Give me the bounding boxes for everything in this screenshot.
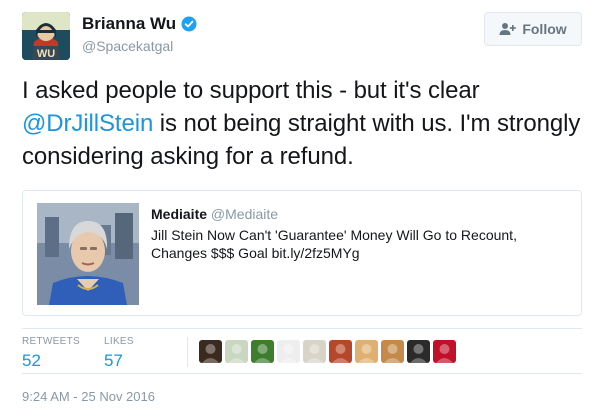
retweets-stat[interactable]: RETWEETS 52 xyxy=(22,336,80,371)
liker-6-avatar[interactable] xyxy=(329,340,352,363)
verified-badge-icon xyxy=(181,16,197,32)
likes-label: LIKES xyxy=(104,336,134,347)
liker-9-avatar[interactable] xyxy=(407,340,430,363)
user-avatar-icon xyxy=(358,344,375,363)
quoted-tweet-text: Jill Stein Now Can't 'Guarantee' Money W… xyxy=(151,227,517,261)
quoted-tweet-body: Mediaite @Mediaite Jill Stein Now Can't … xyxy=(151,206,571,262)
liker-1-avatar[interactable] xyxy=(199,340,222,363)
tweet-text: I asked people to support this - but it'… xyxy=(22,74,588,173)
follow-button-label: Follow xyxy=(522,21,567,37)
user-avatar-icon xyxy=(228,344,245,363)
author-avatar[interactable]: WU xyxy=(22,12,70,60)
liker-4-avatar[interactable] xyxy=(277,340,300,363)
tweet-stats: RETWEETS 52 LIKES 57 xyxy=(22,328,582,374)
user-avatar-icon xyxy=(410,344,427,363)
user-avatar-image: WU xyxy=(22,12,70,60)
liker-8-avatar[interactable] xyxy=(381,340,404,363)
author-handle[interactable]: @Spacekatgal xyxy=(82,38,197,54)
svg-text:WU: WU xyxy=(37,48,55,60)
user-avatar-icon xyxy=(436,344,453,363)
tweet-text-part-1: I asked people to support this - but it'… xyxy=(22,77,480,104)
liker-2-avatar[interactable] xyxy=(225,340,248,363)
quoted-tweet-author[interactable]: Mediaite xyxy=(151,206,207,222)
add-user-icon xyxy=(499,23,517,35)
liker-10-avatar[interactable] xyxy=(433,340,456,363)
user-avatar-icon xyxy=(306,344,323,363)
quoted-tweet-header: Mediaite @Mediaite xyxy=(151,206,571,222)
likes-stat[interactable]: LIKES 57 xyxy=(104,336,134,371)
retweets-count: 52 xyxy=(22,351,41,370)
mention-link[interactable]: @DrJillStein xyxy=(22,110,153,137)
user-avatar-icon xyxy=(254,344,271,363)
user-avatar-icon xyxy=(280,344,297,363)
quoted-tweet-card[interactable]: Mediaite @Mediaite Jill Stein Now Can't … xyxy=(22,190,582,316)
news-thumbnail-image xyxy=(37,203,139,305)
user-avatar-icon xyxy=(332,344,349,363)
follow-button[interactable]: Follow xyxy=(484,12,582,46)
user-avatar-icon xyxy=(202,344,219,363)
liker-avatars xyxy=(199,340,456,363)
liker-3-avatar[interactable] xyxy=(251,340,274,363)
likes-count: 57 xyxy=(104,351,123,370)
tweet-timestamp[interactable]: 9:24 AM - 25 Nov 2016 xyxy=(22,389,155,404)
user-avatar-icon xyxy=(384,344,401,363)
retweets-label: RETWEETS xyxy=(22,336,80,347)
stats-divider xyxy=(187,337,188,367)
liker-7-avatar[interactable] xyxy=(355,340,378,363)
author-display-name[interactable]: Brianna Wu xyxy=(82,14,176,34)
quoted-tweet-handle[interactable]: @Mediaite xyxy=(211,206,278,222)
liker-5-avatar[interactable] xyxy=(303,340,326,363)
author-info: Brianna Wu @Spacekatgal xyxy=(82,14,197,54)
news-thumbnail xyxy=(37,203,139,305)
